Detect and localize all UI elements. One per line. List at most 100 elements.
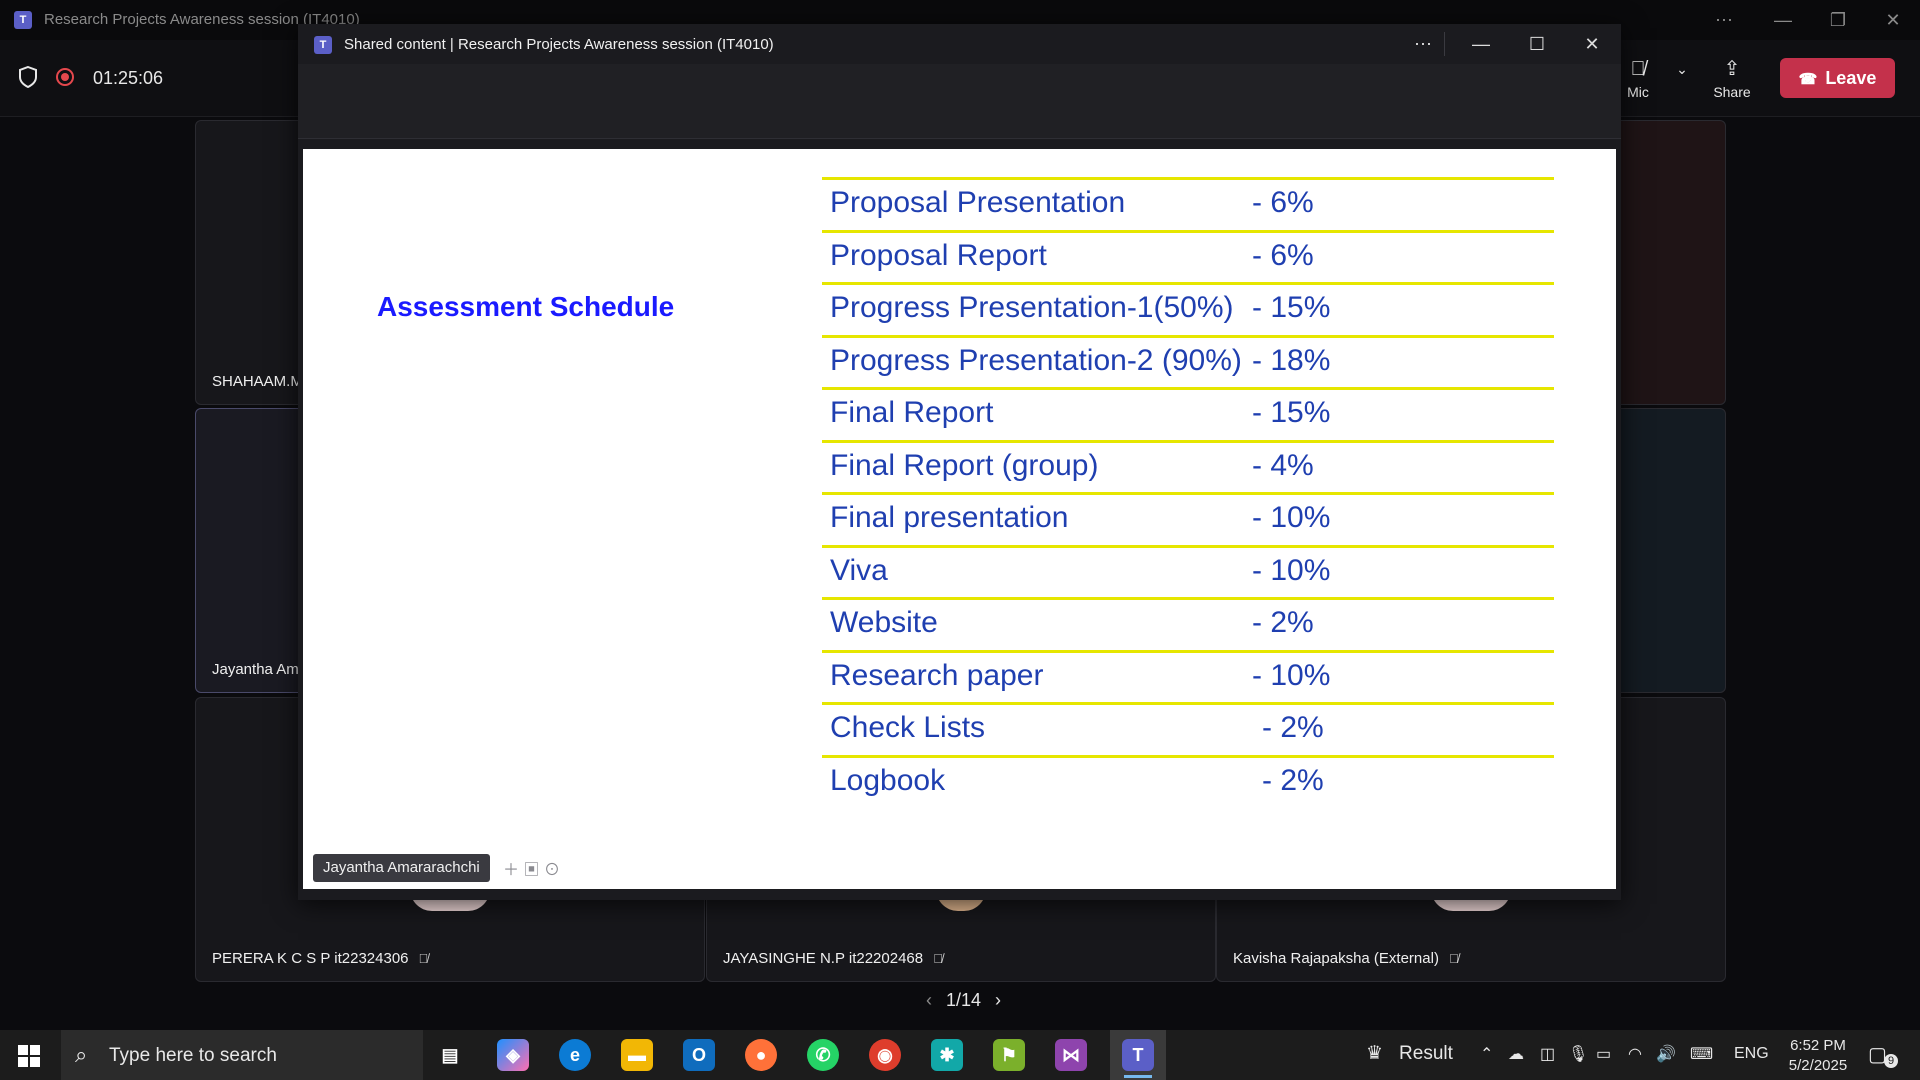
- visual-studio-icon[interactable]: ⋈: [1055, 1039, 1087, 1071]
- presenter-controls: ＋ ▣ ⊙: [503, 856, 560, 880]
- minimize-button[interactable]: —: [1458, 30, 1504, 58]
- list-item: Viva - 10%: [822, 544, 1554, 598]
- gallery-pager: ‹ 1/14 ›: [912, 990, 1015, 1011]
- assessment-item: Progress Presentation-1(50%): [830, 291, 1234, 324]
- teams-icon: T: [314, 36, 332, 54]
- plus-icon[interactable]: ＋: [503, 862, 519, 879]
- restore-button[interactable]: ❐: [1815, 6, 1861, 34]
- edge-icon[interactable]: e: [559, 1039, 591, 1071]
- volume-icon[interactable]: 🔊: [1656, 1044, 1676, 1064]
- shared-content-toolbar: [298, 64, 1621, 139]
- list-item: Research paper - 10%: [822, 649, 1554, 703]
- shared-slide: Assessment Schedule Proposal Presentatio…: [303, 149, 1616, 889]
- mic-off-icon: 🎙̸: [1448, 951, 1459, 966]
- presenter-label: Jayantha Amararachchi: [313, 854, 490, 882]
- slide-heading: Assessment Schedule: [377, 291, 675, 322]
- tray-result-label[interactable]: ♛ Result: [1366, 1042, 1453, 1065]
- notification-center-icon[interactable]: ▢ 9: [1868, 1042, 1899, 1068]
- assessment-item: Logbook: [830, 763, 946, 797]
- shared-content-window: T Shared content | Research Projects Awa…: [298, 24, 1621, 900]
- camera-icon[interactable]: ◫: [1540, 1044, 1555, 1064]
- more-options-icon[interactable]: ⊙: [544, 862, 560, 879]
- camera-icon[interactable]: ▣: [523, 862, 539, 879]
- clock-time: 6:52 PM: [1790, 1037, 1846, 1054]
- assessment-weight: - 15%: [1252, 291, 1331, 324]
- leave-button[interactable]: ☎ Leave: [1780, 58, 1895, 98]
- assessment-weight: - 15%: [1252, 396, 1331, 429]
- assessment-weight: - 2%: [1262, 763, 1324, 797]
- app-icon[interactable]: ✱: [931, 1039, 963, 1071]
- teams-icon: T: [14, 11, 32, 29]
- onedrive-icon[interactable]: ☁: [1508, 1044, 1524, 1064]
- windows-start-button[interactable]: [18, 1045, 40, 1067]
- participant-name: Kavisha Rajapaksha (External) 🎙̸: [1233, 950, 1459, 967]
- assessment-item: Proposal Report: [830, 238, 1047, 272]
- microphone-icon[interactable]: 🎙: [1568, 1044, 1588, 1064]
- assessment-schedule-list: Proposal Presentation - 6% Proposal Repor…: [822, 177, 1554, 807]
- chevron-right-icon[interactable]: ›: [995, 990, 1001, 1010]
- assessment-item: Check Lists: [830, 711, 986, 744]
- chevron-down-icon: ⌄: [1676, 61, 1688, 77]
- mic-off-icon: 🎙̸: [418, 951, 429, 966]
- chrome-icon[interactable]: ◉: [869, 1039, 901, 1071]
- recording-indicator-icon: [56, 68, 74, 86]
- copilot-icon[interactable]: ◈: [497, 1039, 529, 1071]
- list-item: Logbook - 2%: [822, 754, 1554, 808]
- more-options-icon[interactable]: ⋯: [1701, 6, 1747, 34]
- assessment-item: Proposal Presentation: [830, 186, 1126, 219]
- share-label: Share: [1713, 84, 1751, 100]
- outlook-icon[interactable]: O: [683, 1039, 715, 1071]
- task-view-icon[interactable]: ▤: [434, 1039, 466, 1071]
- divider: [1444, 32, 1445, 56]
- assessment-item: Final Report: [830, 396, 994, 429]
- mic-off-icon: 🎙̸: [933, 951, 943, 966]
- windows-taskbar: ⌕ Type here to search ▤ ◈ e ▬ O ● ✆ ◉ ✱ …: [0, 1030, 1920, 1080]
- share-tray-icon: ⇪: [1723, 58, 1741, 80]
- assessment-weight: - 6%: [1252, 186, 1314, 219]
- teams-icon[interactable]: T: [1122, 1039, 1154, 1071]
- whatsapp-icon[interactable]: ✆: [807, 1039, 839, 1071]
- keyboard-icon[interactable]: ⌨: [1690, 1044, 1713, 1064]
- assessment-weight: - 6%: [1252, 238, 1314, 272]
- more-options-icon[interactable]: ⋯: [1400, 30, 1446, 58]
- chevron-left-icon[interactable]: ‹: [926, 990, 932, 1010]
- list-item: Final Report (group) - 4%: [822, 439, 1554, 493]
- list-item: Progress Presentation-2 (90%) - 18%: [822, 334, 1554, 388]
- taskbar-search-box[interactable]: ⌕ Type here to search: [61, 1030, 423, 1080]
- search-icon: ⌕: [75, 1042, 88, 1067]
- app-icon[interactable]: ⚑: [993, 1039, 1025, 1071]
- list-item: Check Lists - 2%: [822, 702, 1554, 755]
- list-item: Proposal Report - 6%: [822, 229, 1554, 283]
- close-button[interactable]: ✕: [1569, 30, 1615, 58]
- leave-label: Leave: [1825, 68, 1877, 88]
- search-placeholder: Type here to search: [109, 1045, 277, 1066]
- page-indicator: 1/14: [946, 990, 982, 1010]
- notification-count: 9: [1884, 1054, 1899, 1068]
- mic-options-chevron[interactable]: ⌄: [1664, 54, 1700, 110]
- list-item: Final presentation - 10%: [822, 492, 1554, 545]
- input-language[interactable]: ENG: [1734, 1045, 1769, 1063]
- wifi-icon[interactable]: ◠: [1628, 1044, 1642, 1064]
- shield-icon: [19, 66, 37, 88]
- minimize-button[interactable]: —: [1760, 6, 1806, 34]
- assessment-weight: - 10%: [1252, 553, 1331, 587]
- clock-date: 5/2/2025: [1788, 1057, 1848, 1074]
- participant-name: PERERA K C S P it22324306 🎙̸: [212, 950, 429, 967]
- firefox-icon[interactable]: ●: [745, 1039, 777, 1071]
- assessment-weight: - 2%: [1262, 711, 1324, 744]
- assessment-item: Final presentation: [830, 501, 1069, 534]
- assessment-item: Final Report (group): [830, 448, 1099, 482]
- file-explorer-icon[interactable]: ▬: [621, 1039, 653, 1071]
- list-item: Final Report - 15%: [822, 387, 1554, 440]
- close-button[interactable]: ✕: [1870, 6, 1916, 34]
- chevron-up-icon[interactable]: ⌃: [1480, 1044, 1493, 1064]
- maximize-button[interactable]: ☐: [1514, 30, 1560, 58]
- list-item: Website - 2%: [822, 597, 1554, 650]
- share-button[interactable]: ⇪ Share: [1704, 54, 1760, 110]
- assessment-item: Viva: [830, 553, 888, 587]
- assessment-weight: - 10%: [1252, 501, 1331, 534]
- system-clock[interactable]: 6:52 PM 5/2/2025: [1780, 1036, 1856, 1076]
- list-item: Proposal Presentation - 6%: [822, 177, 1554, 230]
- battery-icon[interactable]: ▭: [1596, 1044, 1611, 1064]
- shared-content-titlebar: T Shared content | Research Projects Awa…: [298, 24, 1621, 64]
